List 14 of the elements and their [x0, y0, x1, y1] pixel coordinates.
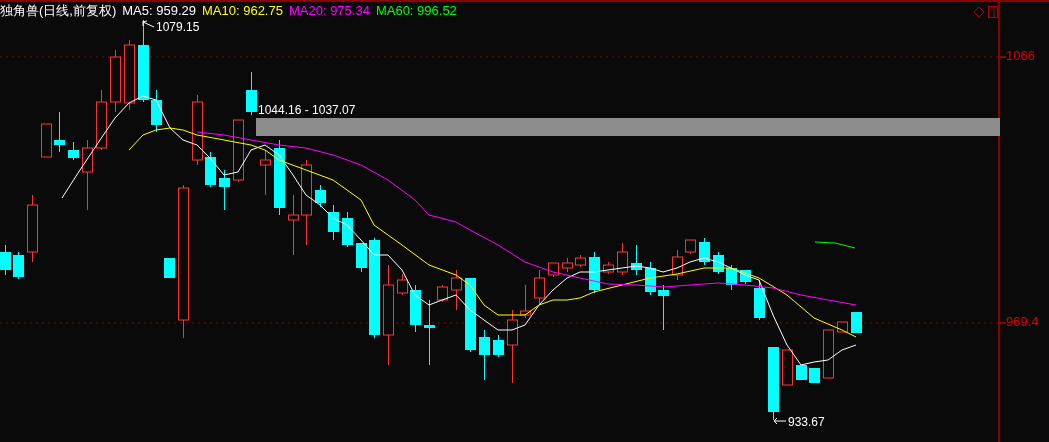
high-pointer-icon — [142, 20, 155, 28]
price-axis-label: 969.4 — [1006, 314, 1039, 330]
price-axis-label: 1066 — [1006, 48, 1035, 64]
low-price-label: 933.67 — [788, 415, 825, 429]
moving-average-label: MA5: 959.29 — [122, 3, 196, 19]
chart-title: 独角兽(日线,前复权) — [0, 3, 117, 19]
moving-average-label: MA60: 996.52 — [375, 3, 457, 19]
moving-average-label: MA20: 975.34 — [288, 3, 370, 19]
moving-average-label: MA10: 962.75 — [202, 3, 283, 19]
price-range-label: 1044.16 - 1037.07 — [258, 103, 356, 117]
high-price-label: 1079.15 — [156, 20, 200, 34]
panel-icon[interactable] — [988, 6, 998, 18]
diamond-icon[interactable] — [973, 6, 985, 18]
low-pointer-icon — [773, 417, 787, 425]
